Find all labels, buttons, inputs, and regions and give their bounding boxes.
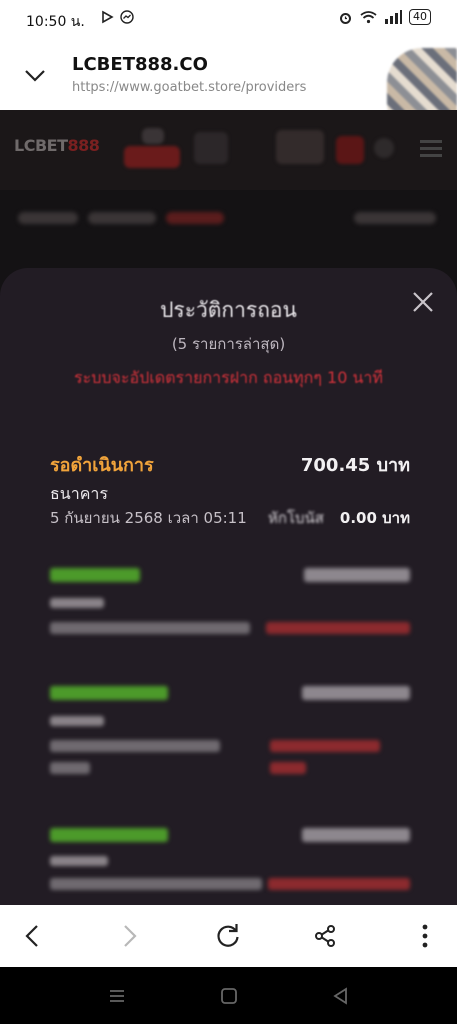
breadcrumb bbox=[18, 208, 438, 228]
wifi-icon bbox=[360, 11, 377, 24]
notification-icons bbox=[100, 10, 134, 24]
entry-datetime: 5 กันยายน 2568 เวลา 05:11 bbox=[50, 509, 247, 527]
chevron-right-icon bbox=[124, 925, 137, 947]
back-button[interactable] bbox=[18, 921, 48, 951]
site-navbar: LCBET888 bbox=[0, 110, 457, 190]
forward-button[interactable] bbox=[114, 921, 144, 951]
gift-icon[interactable] bbox=[336, 136, 364, 164]
share-icon bbox=[315, 925, 335, 947]
update-notice: ระบบจะอัปเดตรายการฝาก ถอนทุกๆ 10 นาที bbox=[74, 368, 383, 387]
site-title: LCBET888.CO bbox=[72, 54, 208, 75]
browser-header: LCBET888.CO https://www.goatbet.store/pr… bbox=[0, 40, 457, 138]
close-icon[interactable] bbox=[411, 290, 435, 314]
status-bar: 10:50 น. 40 bbox=[0, 0, 457, 40]
home-icon[interactable] bbox=[218, 985, 240, 1007]
status-time: 10:50 น. bbox=[26, 14, 85, 30]
site-logo[interactable]: LCBET888 bbox=[14, 136, 100, 155]
entry-method: ธนาคาร bbox=[50, 484, 108, 503]
browser-toolbar bbox=[0, 905, 457, 967]
system-nav-bar bbox=[0, 967, 457, 1024]
play-icon bbox=[102, 10, 114, 24]
site-url[interactable]: https://www.goatbet.store/providers bbox=[72, 80, 306, 95]
reload-icon bbox=[217, 924, 239, 947]
search-icon[interactable] bbox=[374, 138, 394, 158]
chevron-down-icon[interactable] bbox=[22, 62, 48, 88]
entry-amount: 700.45 บาท bbox=[300, 455, 410, 476]
more-button[interactable] bbox=[410, 921, 440, 951]
signal-icon bbox=[385, 10, 402, 24]
status-indicators: 40 bbox=[338, 9, 431, 25]
more-vertical-icon bbox=[422, 924, 428, 948]
back-nav-icon[interactable] bbox=[330, 985, 352, 1007]
entry-bonus-value: 0.00 บาท bbox=[339, 509, 410, 527]
balance-blob bbox=[276, 130, 324, 164]
history-entry: รอดำเนินการ 700.45 บาท ธนาคาร 5 กันยายน … bbox=[50, 450, 410, 530]
battery-indicator: 40 bbox=[409, 9, 431, 25]
alarm-icon bbox=[340, 12, 351, 24]
entry-status: รอดำเนินการ bbox=[50, 455, 154, 476]
deposit-button[interactable] bbox=[124, 146, 180, 168]
history-entry-blurred bbox=[50, 824, 410, 908]
recents-icon[interactable] bbox=[106, 985, 128, 1007]
nav-icon-a[interactable] bbox=[142, 128, 164, 144]
withdrawal-history-modal: ประวัติการถอน (5 รายการล่าสุด) ระบบจะอัป… bbox=[0, 268, 457, 908]
history-entry-blurred bbox=[50, 682, 410, 802]
entry-bonus-label: หักโบนัส bbox=[268, 509, 324, 527]
messenger-icon bbox=[120, 10, 134, 24]
modal-subtitle: (5 รายการล่าสุด) bbox=[171, 335, 286, 353]
nav-icon-b[interactable] bbox=[194, 132, 228, 164]
modal-title: ประวัติการถอน bbox=[160, 298, 297, 322]
history-entry-blurred bbox=[50, 564, 410, 684]
menu-icon[interactable] bbox=[420, 140, 442, 158]
reload-button[interactable] bbox=[213, 921, 243, 951]
share-button[interactable] bbox=[310, 921, 340, 951]
chevron-left-icon bbox=[25, 925, 38, 947]
